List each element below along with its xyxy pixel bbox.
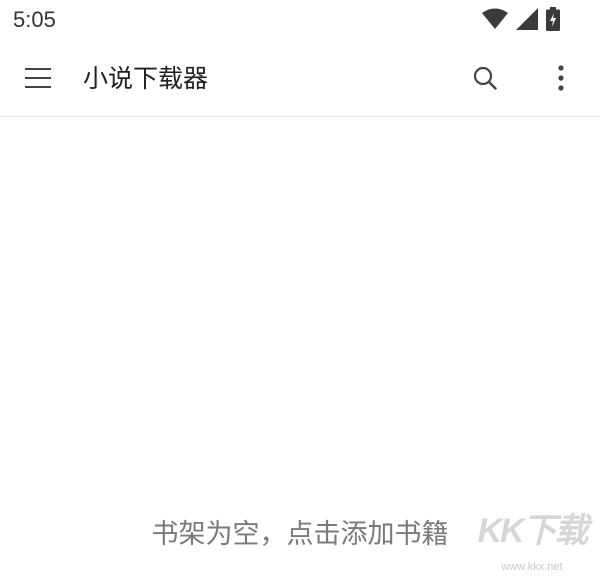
signal-icon bbox=[516, 8, 538, 30]
watermark-logo: KK下载 www.kkx.net bbox=[470, 503, 594, 573]
watermark-url: www.kkx.net bbox=[501, 561, 563, 573]
app-bar: 小说下载器 bbox=[0, 42, 600, 117]
watermark-logo-text: KK下载 bbox=[477, 512, 588, 550]
app-title: 小说下载器 bbox=[83, 64, 209, 93]
phone-screen: 5:05 小说下载器 书架为空，点击添加书籍 KK下载 www.kkx.net bbox=[0, 0, 600, 579]
menu-icon bbox=[25, 67, 51, 93]
status-icons bbox=[482, 6, 560, 32]
search-icon bbox=[473, 66, 497, 94]
more-options-button[interactable] bbox=[541, 60, 581, 100]
search-button[interactable] bbox=[465, 60, 505, 100]
status-time: 5:05 bbox=[13, 7, 56, 32]
menu-button[interactable] bbox=[18, 60, 58, 100]
battery-charging-icon bbox=[546, 7, 560, 31]
more-vertical-icon bbox=[557, 65, 565, 95]
status-bar: 5:05 bbox=[0, 0, 600, 42]
wifi-icon bbox=[482, 8, 508, 30]
